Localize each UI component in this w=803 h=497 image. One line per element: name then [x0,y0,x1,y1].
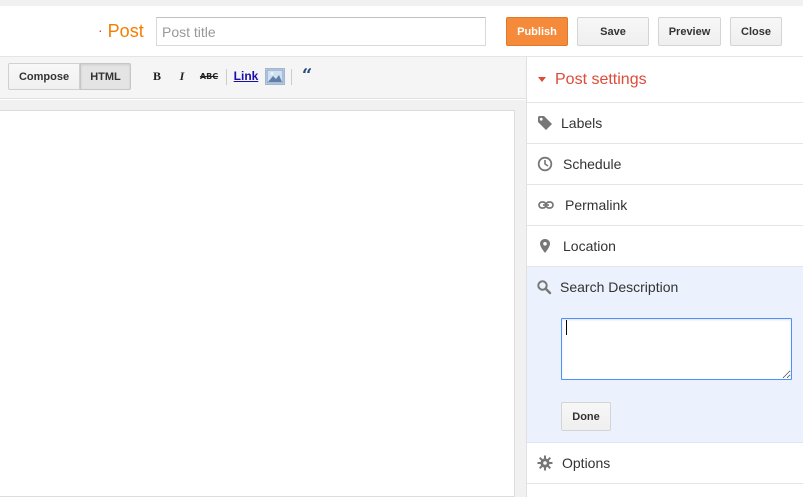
done-button[interactable]: Done [561,402,611,431]
gear-icon [537,455,553,471]
editor-toolbar: Compose HTML B I ABC Link “ [0,57,526,99]
caret-down-icon [538,77,546,82]
toolbar-divider [226,69,227,85]
insert-image-icon[interactable] [265,68,285,85]
search-description-textarea[interactable] [561,318,792,380]
sidebar-item-label: Location [563,238,616,254]
sidebar-item-label: Schedule [563,156,622,172]
preview-button[interactable]: Preview [658,17,721,46]
breadcrumb: · Post [98,21,144,42]
toolbar-divider [291,69,292,85]
editor-area [0,100,526,497]
sidebar-item-options[interactable]: Options [527,443,803,484]
breadcrumb-label: Post [107,21,144,41]
post-title-input[interactable] [156,17,486,46]
sidebar-item-label: Search Description [560,279,679,295]
clock-icon [537,156,553,172]
sidebar-item-labels[interactable]: Labels [527,103,803,144]
tag-icon [538,116,552,130]
link-button[interactable]: Link [233,67,259,85]
editor-header: ·Post Publish Save Preview Close [0,6,803,57]
sidebar-item-schedule[interactable]: Schedule [527,144,803,185]
breadcrumb-dot: · [98,22,103,38]
post-settings-title: Post settings [555,71,647,88]
blockquote-button[interactable]: “ [299,65,315,86]
post-settings-header[interactable]: Post settings [527,57,803,103]
save-button[interactable]: Save [577,17,649,46]
sidebar-item-location[interactable]: Location [527,226,803,267]
map-pin-icon [540,239,550,253]
html-editor[interactable] [0,110,515,497]
sidebar-item-label: Options [562,455,611,471]
sidebar-item-label: Labels [561,115,603,131]
sidebar-item-label: Permalink [565,197,628,213]
italic-button[interactable]: I [175,67,189,85]
link-icon [538,201,554,209]
sidebar-item-permalink[interactable]: Permalink [527,185,803,226]
publish-button[interactable]: Publish [506,17,568,46]
html-mode-button[interactable]: HTML [80,63,131,90]
search-icon [537,280,552,295]
compose-mode-button[interactable]: Compose [8,63,80,90]
post-settings-sidebar: Post settings Labels Schedule Permalink … [526,57,803,497]
close-button[interactable]: Close [730,17,782,46]
sidebar-item-search-description[interactable]: Search Description Done [527,267,803,443]
strikethrough-button[interactable]: ABC [199,67,219,85]
text-cursor [566,320,567,335]
bold-button[interactable]: B [150,67,164,85]
